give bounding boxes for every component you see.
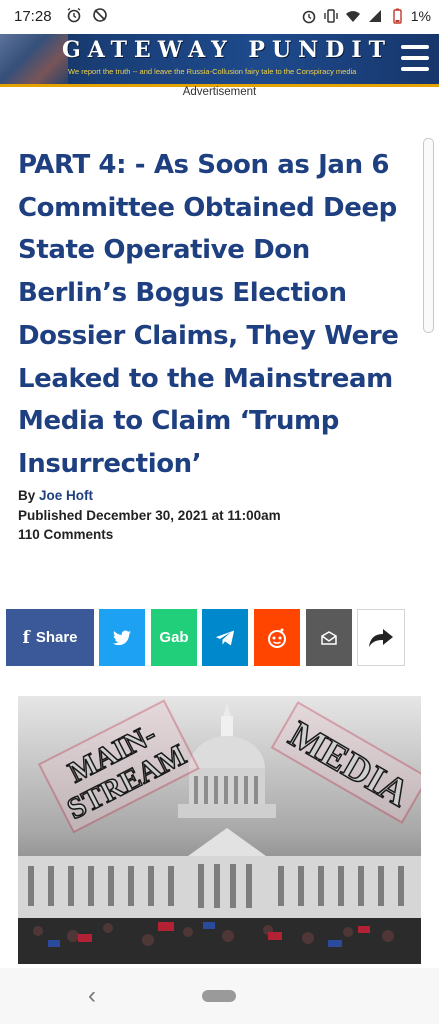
site-tagline: We report the truth -- and leave the Rus… [68, 67, 357, 76]
email-share-button[interactable] [306, 609, 352, 666]
capitol-illustration: MAIN- STREAM MEDIA [18, 696, 421, 964]
battery-percent: 1% [410, 8, 431, 24]
hamburger-menu-icon[interactable] [401, 45, 429, 71]
comments-count[interactable]: 110 Comments [18, 527, 113, 542]
facebook-icon: f [22, 627, 30, 648]
facebook-share-button[interactable]: f Share [6, 609, 94, 666]
gab-label: Gab [159, 629, 189, 646]
telegram-share-button[interactable] [202, 609, 248, 666]
facebook-share-label: Share [35, 629, 78, 646]
back-chevron-icon[interactable]: ‹ [88, 982, 96, 1010]
alarm-icon [67, 7, 81, 23]
telegram-icon [215, 630, 235, 645]
scrollbar[interactable] [423, 138, 434, 333]
system-nav-bar: ‹ [0, 968, 439, 1024]
share-arrow-icon [369, 628, 393, 647]
status-bar: 17:28 1% [0, 0, 439, 34]
reddit-icon [268, 628, 286, 648]
byline-prefix: By [18, 488, 40, 503]
vibrate-icon [324, 9, 338, 23]
advertisement-label: Advertisement [182, 86, 257, 98]
featured-image[interactable]: MAIN- STREAM MEDIA [18, 696, 421, 964]
header-crowd-image [0, 34, 68, 84]
author-link[interactable]: Joe Hoft [39, 488, 93, 503]
wifi-icon [345, 11, 360, 22]
reddit-share-button[interactable] [254, 609, 300, 666]
status-time: 17:28 [14, 8, 52, 25]
signal-icon [368, 10, 381, 22]
gab-share-button[interactable]: Gab [151, 609, 197, 666]
site-header: GATEWAY PUNDIT We report the truth -- an… [0, 34, 439, 84]
home-pill-icon[interactable] [202, 990, 236, 1002]
site-logo[interactable]: GATEWAY PUNDIT [62, 37, 392, 63]
byline: By Joe Hoft [18, 488, 93, 503]
twitter-icon [113, 630, 131, 645]
battery-icon [393, 8, 402, 24]
disabled-sync-icon [93, 8, 107, 22]
article-title: PART 4: - As Soon as Jan 6 Committee Obt… [18, 150, 399, 479]
twitter-share-button[interactable] [99, 609, 145, 666]
alarm-icon [302, 10, 316, 24]
published-date: Published December 30, 2021 at 11:00am [18, 508, 281, 523]
more-share-button[interactable] [357, 609, 405, 666]
email-icon [321, 630, 337, 645]
